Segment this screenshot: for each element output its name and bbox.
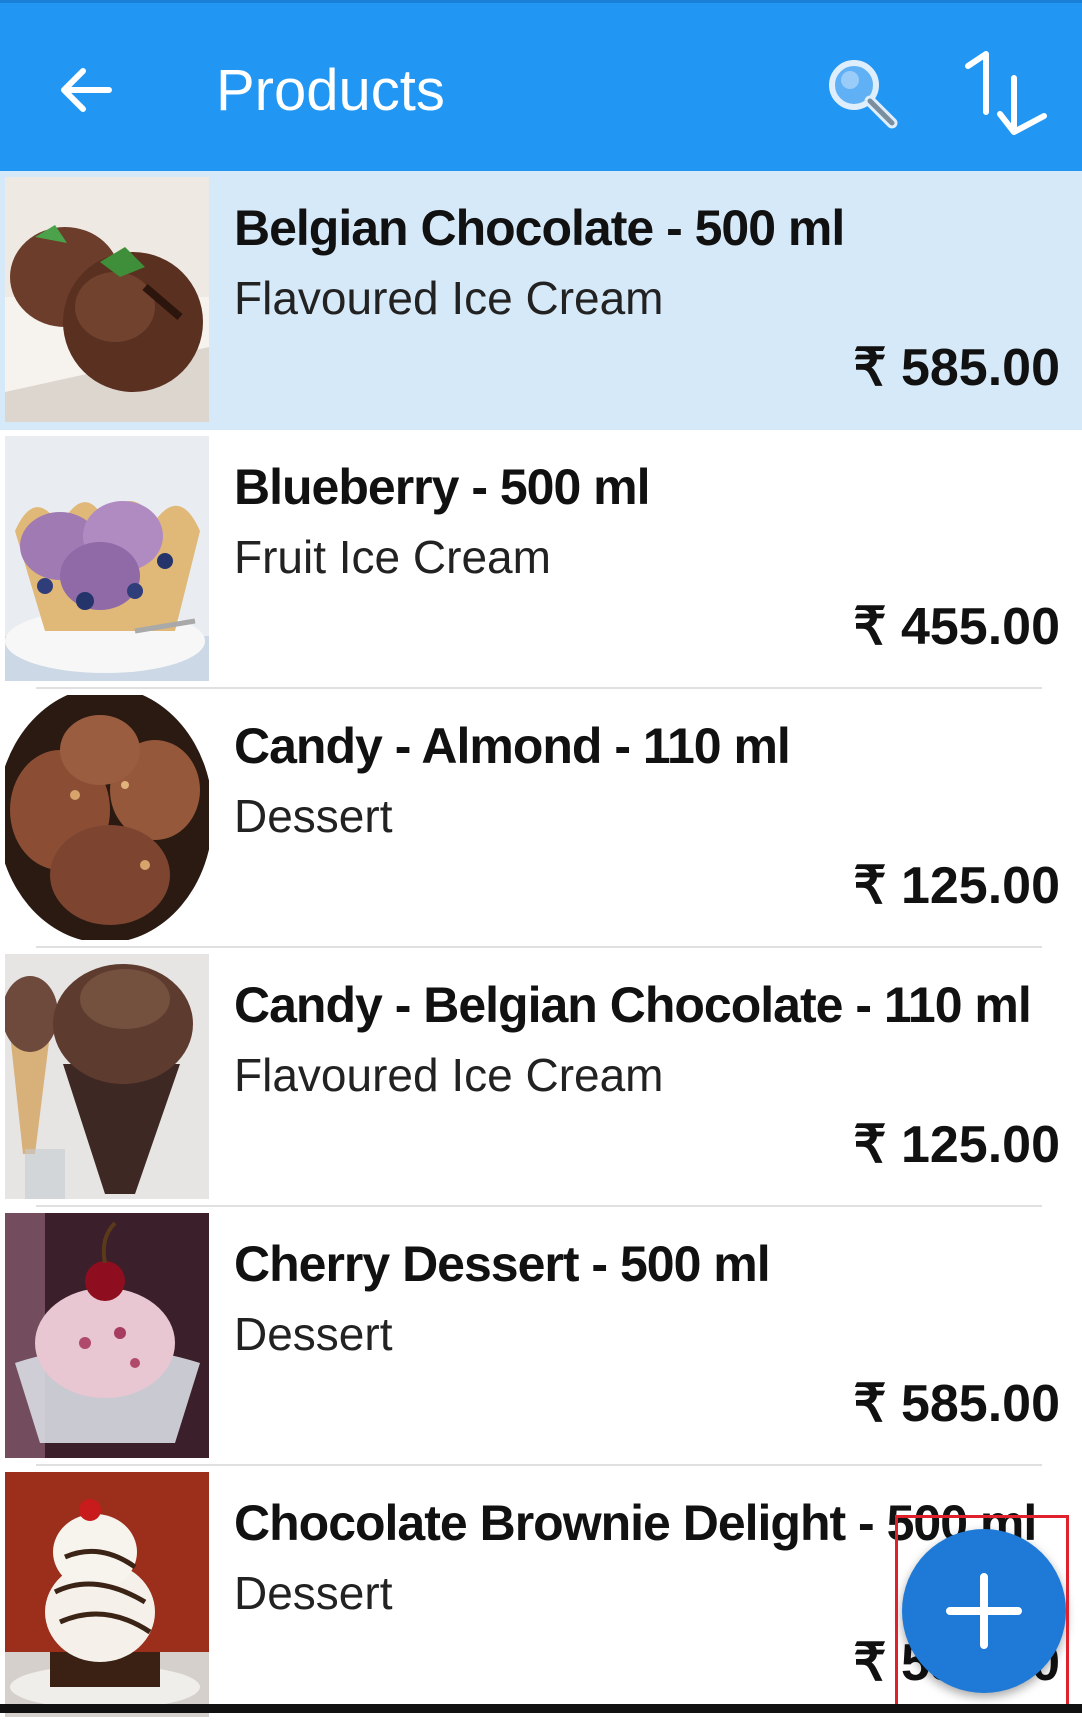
sort-button[interactable]	[960, 48, 1060, 138]
page-title: Products	[216, 58, 445, 123]
product-name: Belgian Chocolate - 500 ml	[234, 200, 845, 256]
product-image	[5, 695, 209, 940]
product-category: Fruit Ice Cream	[234, 531, 551, 583]
add-product-button[interactable]	[902, 1529, 1066, 1693]
sort-icon	[965, 51, 1047, 135]
product-image	[5, 177, 209, 422]
search-icon	[829, 60, 898, 129]
product-row[interactable]: Candy - Belgian Chocolate - 110 ml Flavo…	[0, 948, 1082, 1207]
product-category: Dessert	[234, 1308, 393, 1360]
product-row[interactable]: Candy - Almond - 110 ml Dessert ₹ 125.00	[0, 689, 1082, 948]
back-button[interactable]	[50, 55, 120, 125]
arrow-left-icon	[61, 68, 112, 112]
bottom-edge	[0, 1704, 1082, 1713]
app-bar: Products	[0, 0, 1082, 171]
product-category: Flavoured Ice Cream	[234, 272, 664, 324]
product-name: Cherry Dessert - 500 ml	[234, 1236, 771, 1292]
product-price: ₹ 125.00	[853, 857, 1060, 915]
search-button[interactable]	[822, 53, 902, 133]
product-image	[5, 436, 209, 681]
product-price: ₹ 585.00	[853, 339, 1060, 397]
product-list: Belgian Chocolate - 500 ml Flavoured Ice…	[0, 171, 1082, 1725]
product-image	[5, 1472, 209, 1717]
product-name: Blueberry - 500 ml	[234, 459, 651, 515]
product-image	[5, 1213, 209, 1458]
product-row[interactable]: Blueberry - 500 ml Fruit Ice Cream ₹ 455…	[0, 430, 1082, 689]
product-name: Chocolate Brownie Delight - 500 ml	[234, 1495, 1037, 1551]
product-price: ₹ 585.00	[853, 1375, 1060, 1433]
product-category: Dessert	[234, 1567, 393, 1619]
product-name: Candy - Almond - 110 ml	[234, 718, 791, 774]
product-row[interactable]: Cherry Dessert - 500 ml Dessert ₹ 585.00	[0, 1207, 1082, 1466]
product-category: Dessert	[234, 790, 393, 842]
product-name: Candy - Belgian Chocolate - 110 ml	[234, 977, 1032, 1033]
product-row[interactable]: Belgian Chocolate - 500 ml Flavoured Ice…	[0, 171, 1082, 430]
product-category: Flavoured Ice Cream	[234, 1049, 664, 1101]
product-price: ₹ 455.00	[853, 598, 1060, 656]
product-price: ₹ 125.00	[853, 1116, 1060, 1174]
plus-icon	[946, 1573, 1022, 1649]
product-image	[5, 954, 209, 1199]
